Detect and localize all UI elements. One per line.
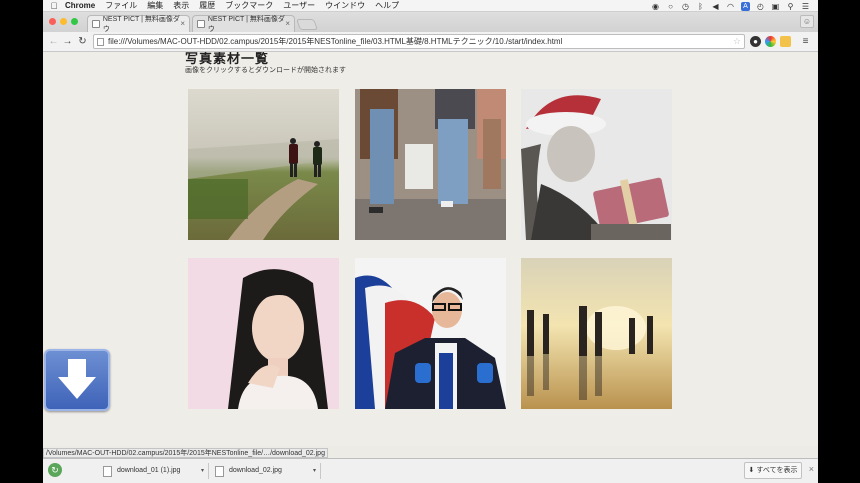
page-content: 写真素材一覧 画像をクリックするとダウンロードが開始されます <box>43 52 818 446</box>
search-icon[interactable]: ⚲ <box>786 2 795 11</box>
photo-superhero-flag[interactable] <box>355 258 506 409</box>
tab-strip: NEST PICT | 無料画像ダウ × NEST PICT | 無料画像ダウ … <box>43 12 818 33</box>
download-filename: download_02.jpg <box>229 467 282 474</box>
menu-history[interactable]: 履歴 <box>199 0 215 11</box>
toolbar: ← → ↻ file:///Volumes/MAC-OUT-HDD/02.cam… <box>43 32 818 52</box>
status-area: ◉ ○ ◷ ᛒ ◀ ◠ A ◴ ▣ ⚲ ☰ <box>651 0 810 12</box>
photo-santa-woman[interactable] <box>521 89 672 240</box>
status-url-bubble: /Volumes/MAC-OUT-HDD/02.campus/2015年/201… <box>43 448 328 458</box>
menu-bar:  Chrome ファイル 編集 表示 履歴 ブックマーク ユーザー ウインドウ… <box>43 0 818 12</box>
tab-title: NEST PICT | 無料画像ダウ <box>207 16 285 33</box>
page-subtitle: 画像をクリックするとダウンロードが開始されます <box>185 67 346 74</box>
back-icon[interactable]: ← <box>47 35 60 48</box>
address-bar[interactable]: file:///Volumes/MAC-OUT-HDD/02.campus/20… <box>93 34 745 49</box>
menu-view[interactable]: 表示 <box>173 0 189 11</box>
extension-mail-icon[interactable] <box>780 36 791 47</box>
wifi-icon[interactable]: ◠ <box>726 2 735 11</box>
menu-window[interactable]: ウインドウ <box>325 0 365 11</box>
new-tab-button[interactable] <box>295 19 319 30</box>
tab-close-icon[interactable]: × <box>285 19 290 28</box>
download-item-1[interactable]: download_01 (1).jpg ▾ <box>99 463 209 479</box>
lock-icon[interactable]: ▣ <box>771 2 780 11</box>
tab-close-icon[interactable]: × <box>180 19 185 28</box>
extension-color-icon[interactable] <box>765 36 776 47</box>
download-shelf: ↻ download_01 (1).jpg ▾ download_02.jpg … <box>43 458 818 483</box>
screen:  Chrome ファイル 編集 表示 履歴 ブックマーク ユーザー ウインドウ… <box>43 0 818 483</box>
record-icon[interactable]: ◉ <box>651 2 660 11</box>
download-shelf-icon: ↻ <box>48 463 62 477</box>
tab-2[interactable]: NEST PICT | 無料画像ダウ × <box>192 15 295 33</box>
download-filename: download_01 (1).jpg <box>117 467 181 474</box>
download-arrow-icon <box>44 349 110 411</box>
clock-icon[interactable]: ◴ <box>756 2 765 11</box>
photo-crowd-shopping[interactable] <box>355 89 506 240</box>
tab-1[interactable]: NEST PICT | 無料画像ダウ × <box>87 15 190 33</box>
tab-title: NEST PICT | 無料画像ダウ <box>102 16 180 33</box>
chevron-down-icon[interactable]: ▾ <box>201 463 204 479</box>
menu-file[interactable]: ファイル <box>105 0 137 11</box>
download-item-2[interactable]: download_02.jpg ▾ <box>211 463 321 479</box>
time-machine-icon[interactable]: ◷ <box>681 2 690 11</box>
bluetooth-icon[interactable]: ᛒ <box>696 2 705 11</box>
reload-icon[interactable]: ↻ <box>76 35 89 48</box>
menu-bookmarks[interactable]: ブックマーク <box>225 0 273 11</box>
circle-icon[interactable]: ○ <box>666 2 675 11</box>
page-icon <box>97 38 104 46</box>
url-text: file:///Volumes/MAC-OUT-HDD/02.campus/20… <box>108 37 563 46</box>
file-icon <box>215 466 224 477</box>
photo-couple-walking[interactable] <box>188 89 339 240</box>
page-favicon-icon <box>197 20 205 28</box>
zoom-window-button[interactable] <box>71 18 78 25</box>
input-a-icon[interactable]: A <box>741 1 750 11</box>
profile-icon[interactable]: ☺ <box>800 15 814 28</box>
minimize-window-button[interactable] <box>60 18 67 25</box>
page-favicon-icon <box>92 20 100 28</box>
apple-menu-icon[interactable]:  <box>43 1 65 11</box>
menu-users[interactable]: ユーザー <box>283 0 315 11</box>
menu-app-name[interactable]: Chrome <box>65 1 95 10</box>
volume-icon[interactable]: ◀ <box>711 2 720 11</box>
bookmark-star-icon[interactable]: ☆ <box>733 35 741 48</box>
extension-dark-icon[interactable]: ● <box>750 36 761 47</box>
forward-icon[interactable]: → <box>61 35 74 48</box>
close-shelf-icon[interactable]: × <box>809 464 814 474</box>
show-all-label: すべてを表示 <box>756 467 798 474</box>
photo-woman-thinking[interactable] <box>188 258 339 409</box>
close-window-button[interactable] <box>49 18 56 25</box>
chrome-menu-icon[interactable]: ≡ <box>799 35 812 48</box>
list-icon[interactable]: ☰ <box>801 2 810 11</box>
menu-help[interactable]: ヘルプ <box>375 0 399 11</box>
menu-edit[interactable]: 編集 <box>147 0 163 11</box>
show-all-downloads-button[interactable]: ⬇ すべてを表示 <box>744 462 802 479</box>
photo-sunset-silhouettes[interactable] <box>521 258 672 409</box>
chevron-down-icon[interactable]: ▾ <box>313 463 316 479</box>
file-icon <box>103 466 112 477</box>
